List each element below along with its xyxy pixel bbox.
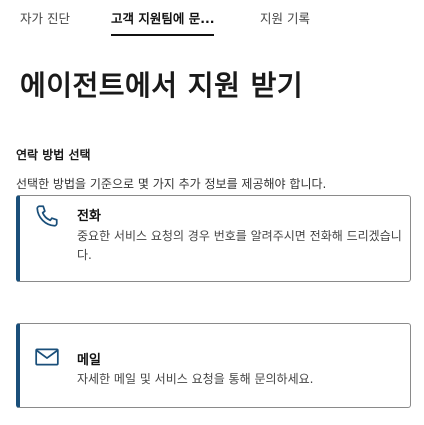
tab-contact-support[interactable]: 고객 지원팀에 문... [111,8,215,36]
contact-method-label: 연락 방법 선택 [16,148,91,162]
mail-option-title: 메일 [77,353,101,368]
tab-support-history[interactable]: 지원 기록 [260,8,310,34]
phone-option-title: 전화 [77,209,101,224]
tab-bar: 자가 진단 고객 지원팀에 문... 지원 기록 [0,0,424,40]
contact-method-description: 선택한 방법을 기준으로 몇 가지 추가 정보를 제공해야 합니다. [16,177,327,191]
mail-option-card[interactable]: 메일 자세한 메일 및 서비스 요청을 통해 문의하세요. [16,323,411,408]
mail-icon [34,346,60,372]
mail-option-description: 자세한 메일 및 서비스 요청을 통해 문의하세요. [77,372,314,386]
phone-option-card[interactable]: 전화 중요한 서비스 요청의 경우 번호를 알려주시면 전화해 드리겠습니다. [16,195,411,282]
tab-self-help[interactable]: 자가 진단 [20,8,70,34]
phone-option-description: 중요한 서비스 요청의 경우 번호를 알려주시면 전화해 드리겠습니다. [77,229,402,262]
phone-icon [34,203,60,229]
page-title: 에이전트에서 지원 받기 [20,69,304,102]
